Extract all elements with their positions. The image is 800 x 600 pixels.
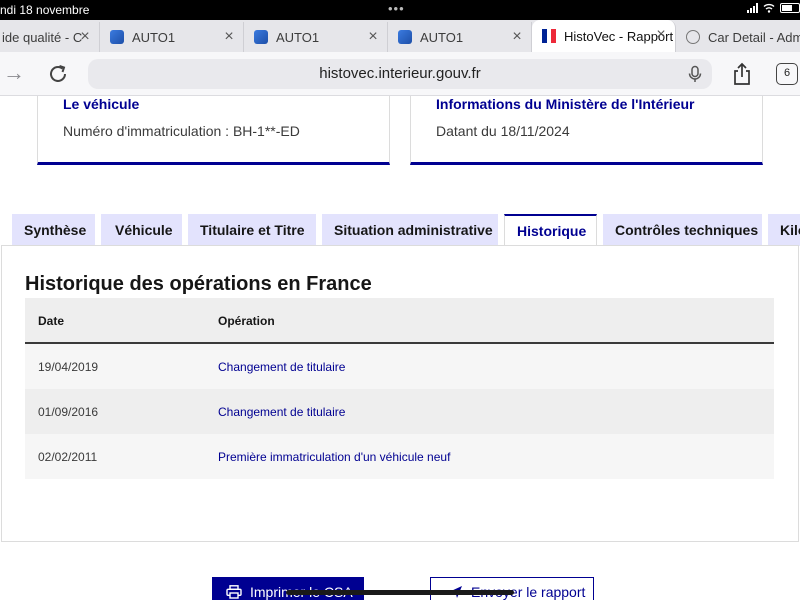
browser-tab[interactable]: ide qualité - C × xyxy=(0,22,100,52)
row-date: 01/09/2016 xyxy=(38,405,99,419)
browser-tab[interactable]: AUTO1 × xyxy=(244,22,388,52)
row-operation: Première immatriculation d'un véhicule n… xyxy=(218,450,451,464)
row-operation: Changement de titulaire xyxy=(218,405,346,419)
browser-tab-label: Car Detail - Admin xyxy=(708,29,800,45)
battery-icon xyxy=(780,3,800,13)
browser-tab[interactable]: AUTO1 × xyxy=(100,22,244,52)
vehicle-card: Le véhicule Numéro d'immatriculation : B… xyxy=(37,96,390,165)
send-report-button[interactable]: Envoyer le rapport xyxy=(430,577,594,600)
row-operation: Changement de titulaire xyxy=(218,360,346,374)
browser-toolbar: → histovec.interieur.gouv.fr 6 xyxy=(0,52,800,96)
cellular-signal-icon xyxy=(747,3,758,13)
wifi-icon xyxy=(763,3,775,13)
tab-count-button[interactable]: 6 xyxy=(776,63,798,85)
auto1-icon xyxy=(110,30,124,44)
row-date: 02/02/2011 xyxy=(38,450,98,464)
url-text: histovec.interieur.gouv.fr xyxy=(319,65,481,82)
french-flag-icon xyxy=(542,29,557,43)
tab-synthese[interactable]: Synthèse xyxy=(12,214,95,246)
printer-icon xyxy=(226,585,242,599)
share-icon[interactable] xyxy=(730,62,754,86)
row-date: 19/04/2019 xyxy=(38,360,99,374)
tab-kilometrage[interactable]: Kilométrage xyxy=(768,214,800,246)
table-row: 01/09/2016 Changement de titulaire xyxy=(25,389,774,434)
auto1-icon xyxy=(398,30,412,44)
microphone-icon[interactable] xyxy=(686,65,704,83)
auto1-icon xyxy=(254,30,268,44)
browser-tab[interactable]: Car Detail - Admin xyxy=(676,22,800,52)
table-header: Date Opération xyxy=(25,298,774,344)
globe-icon xyxy=(686,30,700,44)
ministry-card-title: Informations du Ministère de l'Intérieur xyxy=(436,96,695,112)
tab-vehicule[interactable]: Véhicule xyxy=(101,214,182,246)
report-date: Datant du 18/11/2024 xyxy=(436,123,570,139)
forward-arrow-icon[interactable]: → xyxy=(2,62,26,86)
multitasking-dots-icon[interactable]: ••• xyxy=(388,1,405,16)
browser-tab-active[interactable]: HistoVec - Rapport × xyxy=(532,20,676,52)
close-tab-icon[interactable]: × xyxy=(77,29,93,45)
close-tab-icon[interactable]: × xyxy=(365,29,381,45)
home-indicator[interactable] xyxy=(286,590,514,595)
column-header-date: Date xyxy=(38,314,65,328)
status-bar: ndi 18 novembre ••• xyxy=(0,0,800,20)
history-table: Date Opération 19/04/2019 Changement de … xyxy=(25,298,774,479)
tab-historique[interactable]: Historique xyxy=(504,214,597,248)
tab-controles-techniques[interactable]: Contrôles techniques xyxy=(603,214,762,246)
address-bar[interactable]: histovec.interieur.gouv.fr xyxy=(88,59,712,89)
browser-tab-strip: ide qualité - C × AUTO1 × AUTO1 × AUTO1 … xyxy=(0,20,800,52)
close-tab-icon[interactable]: × xyxy=(509,29,525,45)
table-row: 02/02/2011 Première immatriculation d'un… xyxy=(25,434,774,479)
browser-tab[interactable]: AUTO1 × xyxy=(388,22,532,52)
print-csa-button[interactable]: Imprimer le CSA xyxy=(212,577,364,600)
ministry-card: Informations du Ministère de l'Intérieur… xyxy=(410,96,763,165)
reload-icon[interactable] xyxy=(46,62,70,86)
registration-number: Numéro d'immatriculation : BH-1**-ED xyxy=(63,123,300,139)
status-date: ndi 18 novembre xyxy=(0,3,90,17)
report-tabs: Synthèse Véhicule Titulaire et Titre Sit… xyxy=(0,214,800,248)
column-header-operation: Opération xyxy=(218,314,275,328)
tab-titulaire[interactable]: Titulaire et Titre xyxy=(188,214,316,246)
tab-situation-administrative[interactable]: Situation administrative xyxy=(322,214,498,246)
history-title: Historique des opérations en France xyxy=(25,273,372,295)
vehicle-card-title: Le véhicule xyxy=(63,96,140,112)
close-tab-icon[interactable]: × xyxy=(221,29,237,45)
close-tab-icon[interactable]: × xyxy=(653,27,669,43)
table-row: 19/04/2019 Changement de titulaire xyxy=(25,344,774,389)
